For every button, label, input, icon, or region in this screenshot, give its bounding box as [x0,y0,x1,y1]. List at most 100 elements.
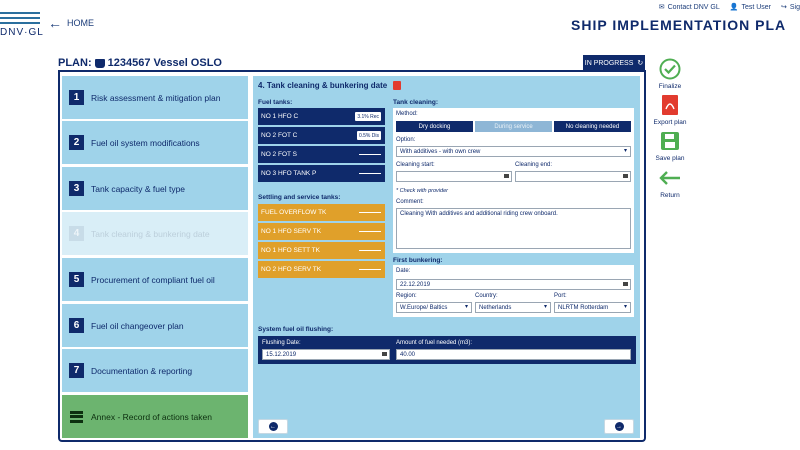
step-1-risk-assessment[interactable]: 1 Risk assessment & mitigation plan [62,76,248,119]
step-number: 5 [69,272,84,287]
step-7-documentation[interactable]: 7 Documentation & reporting [62,349,248,392]
save-plan-action[interactable]: Save plan [651,130,689,162]
country-label: Country: [475,293,498,299]
pdf-icon [651,94,689,116]
calendar-icon [504,174,509,178]
settling-tank-item[interactable]: NO 1 HFO SETT TK [258,242,385,259]
contact-link[interactable]: ✉ Contact DNV GL [658,3,720,12]
flushing-date-label: Flushing Date: [262,340,301,346]
comment-label: Comment: [396,199,424,205]
step-3-tank-capacity[interactable]: 3 Tank capacity & fuel type [62,167,248,210]
home-label: HOME [67,18,94,28]
export-plan-label: Export plan [653,119,687,126]
fuel-amount-input[interactable]: 40.00 [396,349,631,360]
step-number: 2 [69,135,84,150]
signout-link[interactable]: ↪ Sig [781,3,800,12]
arrow-right-icon: → [614,422,624,431]
comment-textarea[interactable]: Cleaning With additives and additional r… [396,208,631,249]
pdf-icon[interactable] [393,81,402,90]
fuel-tanks-label: Fuel tanks: [258,99,293,106]
step-number: 1 [69,90,84,105]
step-label: Fuel oil system modifications [91,137,200,148]
signout-icon: ↪ [781,4,787,11]
list-icon [70,409,83,424]
settling-tanks-label: Settling and service tanks: [258,194,341,201]
option-label: Option: [396,137,416,143]
flushing-label: System fuel oil flushing: [258,326,334,333]
bunkering-date-label: Date: [396,268,411,274]
step-number: 6 [69,318,84,333]
arrow-left-icon: ← [48,15,62,31]
method-no-cleaning[interactable]: No cleaning needed [554,121,631,132]
home-link[interactable]: ← HOME [48,15,94,31]
fuel-tank-item[interactable]: NO 2 FOT S [258,146,385,163]
step-6-changeover-plan[interactable]: 6 Fuel oil changeover plan [62,304,248,347]
bunkering-date-input[interactable]: 22.12.2019 [396,279,631,290]
step-label: Documentation & reporting [91,365,193,376]
step-annex[interactable]: Annex - Record of actions taken [62,395,248,438]
step-label: Procurement of compliant fuel oil [91,274,215,285]
cleaning-end-input[interactable] [515,171,631,182]
region-label: Region: [396,293,417,299]
step-label: Risk assessment & mitigation plan [91,92,221,103]
tank-bar [359,212,381,213]
return-arrow-icon [651,167,689,189]
mail-icon: ✉ [658,4,665,11]
finalize-action[interactable]: Finalize [651,58,689,90]
option-select[interactable]: With additives - with own crew ▾ [396,146,631,157]
step-label: Tank cleaning & bunkering date [91,228,210,239]
step-label: Annex - Record of actions taken [91,411,212,422]
logo-text: DNV·GL [0,27,44,38]
refresh-icon[interactable]: ↻ [637,59,643,67]
tank-cleaning-label: Tank cleaning: [393,99,439,106]
fuel-tank-item[interactable]: NO 3 HFO TANK P [258,165,385,182]
fuel-tank-item[interactable]: NO 1 HFO C 3.1% Rec [258,108,385,125]
settling-tank-item[interactable]: NO 1 HFO SERV TK [258,223,385,240]
settling-tank-item[interactable]: FUEL OVERFLOW TK [258,204,385,221]
plan-header: PLAN: 1234567 Vessel OSLO [58,57,222,69]
next-button[interactable]: → [604,419,634,434]
cleaning-start-label: Cleaning start: [396,162,435,168]
prev-button[interactable]: ← [258,419,288,434]
step-number: 3 [69,181,84,196]
method-label: Method: [396,111,418,117]
step-5-procurement[interactable]: 5 Procurement of compliant fuel oil [62,258,248,301]
save-icon [651,130,689,152]
tank-bar [359,231,381,232]
top-links: ✉ Contact DNV GL 👤 Test User ↪ Sig [658,3,800,12]
port-label: Port: [554,293,567,299]
tank-tag: 3.1% Rec [355,112,381,121]
calendar-icon [623,282,628,286]
country-select[interactable]: Netherlands ▾ [475,302,551,313]
status-badge: IN PROGRESS ↻ [583,55,645,71]
flushing-date-input[interactable]: 15.12.2019 [262,349,390,360]
tank-bar [359,154,381,155]
port-select[interactable]: NLRTM Rotterdam ▾ [554,302,631,313]
step-number: 7 [69,363,84,378]
dropdown-icon: ▾ [623,304,627,310]
settling-tank-item[interactable]: NO 2 HFO SERV TK [258,261,385,278]
step-2-fuel-oil-system[interactable]: 2 Fuel oil system modifications [62,121,248,164]
check-circle-icon [651,58,689,80]
method-dry-docking[interactable]: Dry docking [396,121,473,132]
calendar-icon [623,174,628,178]
arrow-left-icon: ← [268,422,278,431]
finalize-label: Finalize [658,83,682,90]
plan-prefix: PLAN: [58,57,92,69]
cleaning-start-input[interactable] [396,171,512,182]
fuel-tank-item[interactable]: NO 2 FOT C 0.5% Dis [258,127,385,144]
user-link[interactable]: 👤 Test User [730,3,771,12]
method-during-service[interactable]: During service [475,121,552,132]
vessel-name: 1234567 Vessel OSLO [107,57,222,69]
cleaning-end-label: Cleaning end: [515,162,553,168]
return-action[interactable]: Return [651,167,689,199]
step-label: Fuel oil changeover plan [91,320,184,331]
dropdown-icon: ▾ [543,304,547,310]
region-select[interactable]: W.Europe/ Baltics ▾ [396,302,472,313]
first-bunkering-label: First bunkering: [393,257,443,264]
dropdown-icon: ▾ [623,148,627,154]
section-title: 4. Tank cleaning & bunkering date [258,81,402,90]
export-plan-action[interactable]: Export plan [651,94,689,126]
step-4-tank-cleaning[interactable]: 4 Tank cleaning & bunkering date [62,212,248,255]
dropdown-icon: ▾ [464,304,468,310]
